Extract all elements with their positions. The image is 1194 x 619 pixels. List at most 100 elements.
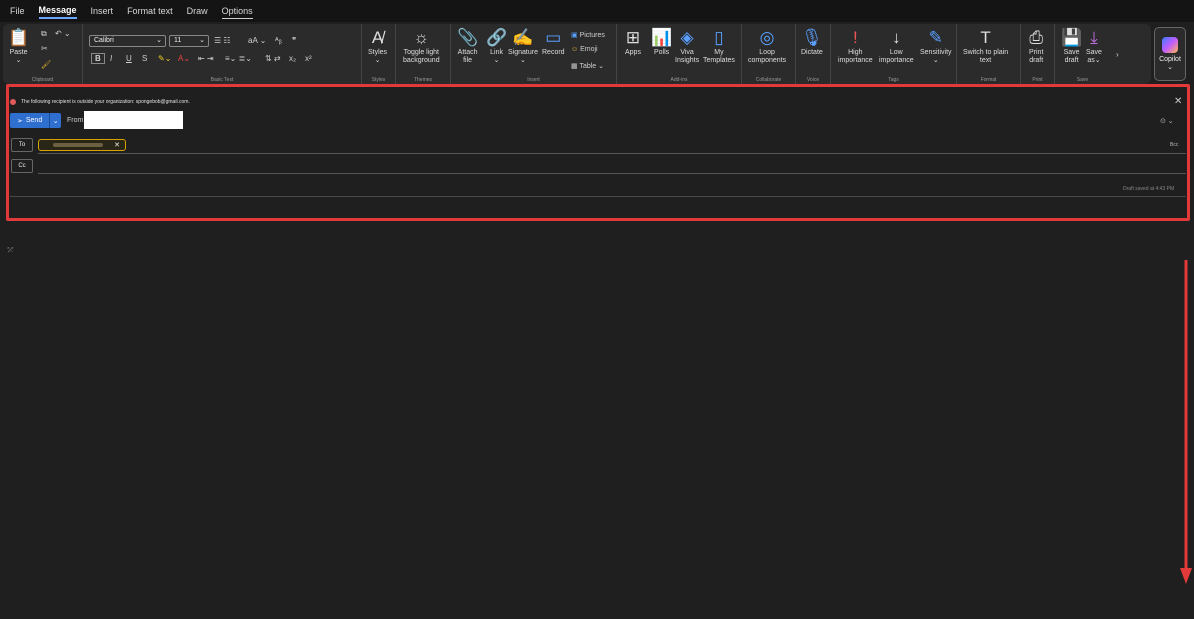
toggle-light-background-button[interactable]: ☼ Toggle light background <box>403 28 440 65</box>
menu-format-text[interactable]: Format text <box>127 4 173 18</box>
paste-button[interactable]: 📋 Paste ⌄ <box>8 28 29 65</box>
quote-icon[interactable]: ❞ <box>292 36 296 45</box>
subject-field[interactable] <box>10 196 1186 197</box>
close-icon[interactable]: ✕ <box>1174 96 1182 107</box>
copy-icon[interactable]: ⧉ <box>41 29 47 39</box>
print-draft-button[interactable]: ⎙ Print draft <box>1029 28 1043 65</box>
spelling-icon[interactable]: ᴬᵦ <box>275 36 282 45</box>
menu-file[interactable]: File <box>10 4 25 18</box>
highlight-icon[interactable]: ✎⌄ <box>158 54 171 63</box>
format-painter-icon[interactable]: 🖌 <box>41 60 51 69</box>
cc-field[interactable] <box>38 173 1186 174</box>
bold-button[interactable]: B <box>91 53 105 64</box>
warning-icon <box>10 99 16 105</box>
save-as-button[interactable]: ⤓ Save as⌄ <box>1086 28 1102 65</box>
signature-button[interactable]: ✍ Signature ⌄ <box>508 28 538 65</box>
send-button[interactable]: ➢ Send ⌄ <box>10 113 62 128</box>
polls-button[interactable]: 📊 Polls <box>651 28 672 57</box>
exclamation-icon: ! <box>852 28 858 47</box>
font-color-icon[interactable]: A⌄ <box>178 54 190 63</box>
italic-button[interactable]: I <box>110 54 112 63</box>
menu-bar: File Message Insert Format text Draw Opt… <box>0 0 1194 22</box>
attach-file-button[interactable]: 📎 Attach file <box>457 28 478 65</box>
text-icon: T <box>980 28 991 47</box>
warning-text: The following recipient is outside your … <box>21 99 190 105</box>
group-label: Basic Text <box>210 77 234 83</box>
template-icon: ▯ <box>714 28 724 47</box>
loop-components-button[interactable]: ◎ Loop components <box>748 28 786 65</box>
emoji-icon: ☺ <box>571 46 579 53</box>
copilot-icon <box>1162 37 1178 53</box>
remove-recipient-icon[interactable]: ✕ <box>114 140 120 151</box>
table-button[interactable]: ▦ Table ⌄ <box>571 62 604 70</box>
printer-icon: ⎙ <box>1029 28 1043 47</box>
apps-button[interactable]: ⊞ Apps <box>625 28 641 57</box>
help-icon[interactable]: ⊙ ⌄ <box>1160 117 1174 125</box>
recipient-chip[interactable]: ✕ <box>38 139 126 151</box>
outlook-compose-window: File Message Insert Format text Draw Opt… <box>0 0 1194 619</box>
arrow-down-icon: ↓ <box>892 28 901 47</box>
voice-group: 🎙 Dictate Voice <box>796 24 831 84</box>
copilot-button[interactable]: Copilot ⌄ <box>1154 27 1186 81</box>
font-grow-icon[interactable]: aA ⌄ <box>248 36 266 45</box>
underline-button[interactable]: U <box>126 54 132 63</box>
to-button[interactable]: To <box>11 138 33 152</box>
cut-icon[interactable]: ✂ <box>41 44 48 53</box>
addins-group: ⊞ Apps 📊 Polls ◈ Viva Insights ▯ My Temp… <box>617 24 742 84</box>
menu-draw[interactable]: Draw <box>187 4 208 18</box>
font-size-select[interactable]: 11 ⌄ <box>169 35 209 47</box>
format-group: T Switch to plain text Format <box>957 24 1021 84</box>
menu-message[interactable]: Message <box>38 3 77 19</box>
save-group: 💾 Save draft ⤓ Save as⌄ Save <box>1055 24 1110 84</box>
menu-options[interactable]: Options <box>221 4 253 19</box>
save-draft-button[interactable]: 💾 Save draft <box>1061 28 1082 65</box>
cc-button[interactable]: Cc <box>11 159 33 173</box>
collaborate-group: ◎ Loop components Collaborate <box>742 24 796 84</box>
group-label: Themes <box>413 77 433 83</box>
styles-button[interactable]: A̸ Styles ⌄ <box>368 28 387 65</box>
superscript-icon[interactable]: x² <box>305 54 312 63</box>
subscript-icon[interactable]: x₂ <box>289 54 296 63</box>
sensitivity-icon: ✎ <box>928 28 943 47</box>
send-options-chevron-icon[interactable]: ⌄ <box>49 113 62 128</box>
dictate-button[interactable]: 🎙 Dictate <box>801 28 823 57</box>
link-button[interactable]: 🔗 Link ⌄ <box>486 28 507 65</box>
align-icon[interactable]: ≡⌄ ≣⌄ <box>225 54 252 63</box>
scroll-down-arrow-annotation <box>1180 260 1192 584</box>
my-templates-button[interactable]: ▯ My Templates <box>703 28 735 65</box>
group-label: Add-ins <box>670 77 688 83</box>
external-recipient-warning: The following recipient is outside your … <box>9 95 1187 109</box>
signature-icon: ✍ <box>512 28 534 47</box>
line-spacing-icon[interactable]: ⇅ ⇄ <box>265 54 281 63</box>
group-label: Print <box>1032 77 1043 83</box>
sun-icon: ☼ <box>413 28 430 47</box>
ribbon-scroll-right-icon[interactable]: › <box>1116 50 1119 59</box>
tags-group: ! High importance ↓ Low importance ✎ Sen… <box>831 24 957 84</box>
emoji-button[interactable]: ☺ Emoji <box>571 46 598 53</box>
high-importance-button[interactable]: ! High importance <box>838 28 873 65</box>
ribbon: 📋 Paste ⌄ ⧉ ↶ ⌄ ✂ 🖌 Clipboard Calibri ⌄ 1… <box>3 24 1151 84</box>
paste-label: Paste <box>9 49 28 56</box>
record-button[interactable]: ▭ Record <box>542 28 565 57</box>
pictures-button[interactable]: ▣ Pictures <box>571 31 605 39</box>
styles-group: A̸ Styles ⌄ Styles <box>362 24 396 84</box>
menu-insert[interactable]: Insert <box>91 4 114 18</box>
low-importance-button[interactable]: ↓ Low importance <box>879 28 914 65</box>
sensitivity-button[interactable]: ✎ Sensitivity ⌄ <box>920 28 952 65</box>
strikethrough-button[interactable]: S <box>142 54 147 63</box>
indent-icon[interactable]: ⇤ ⇥ <box>198 54 214 63</box>
download-icon: ⤓ <box>1090 28 1098 47</box>
polls-icon: 📊 <box>651 28 673 47</box>
from-field-redacted[interactable] <box>84 111 183 129</box>
apps-icon: ⊞ <box>625 28 641 47</box>
message-body[interactable] <box>8 230 1168 610</box>
undo-icon[interactable]: ↶ ⌄ <box>55 29 71 38</box>
clipboard-group: 📋 Paste ⌄ ⧉ ↶ ⌄ ✂ 🖌 Clipboard <box>3 24 83 84</box>
switch-to-plain-text-button[interactable]: T Switch to plain text <box>963 28 1008 65</box>
bullets-icon[interactable]: ☰ ☷ <box>214 36 231 45</box>
font-name-select[interactable]: Calibri ⌄ <box>89 35 166 47</box>
group-label: Insert <box>527 77 540 83</box>
viva-insights-button[interactable]: ◈ Viva Insights <box>675 28 699 65</box>
group-label: Tags <box>888 77 899 83</box>
bcc-button[interactable]: Bcc <box>1170 142 1178 148</box>
